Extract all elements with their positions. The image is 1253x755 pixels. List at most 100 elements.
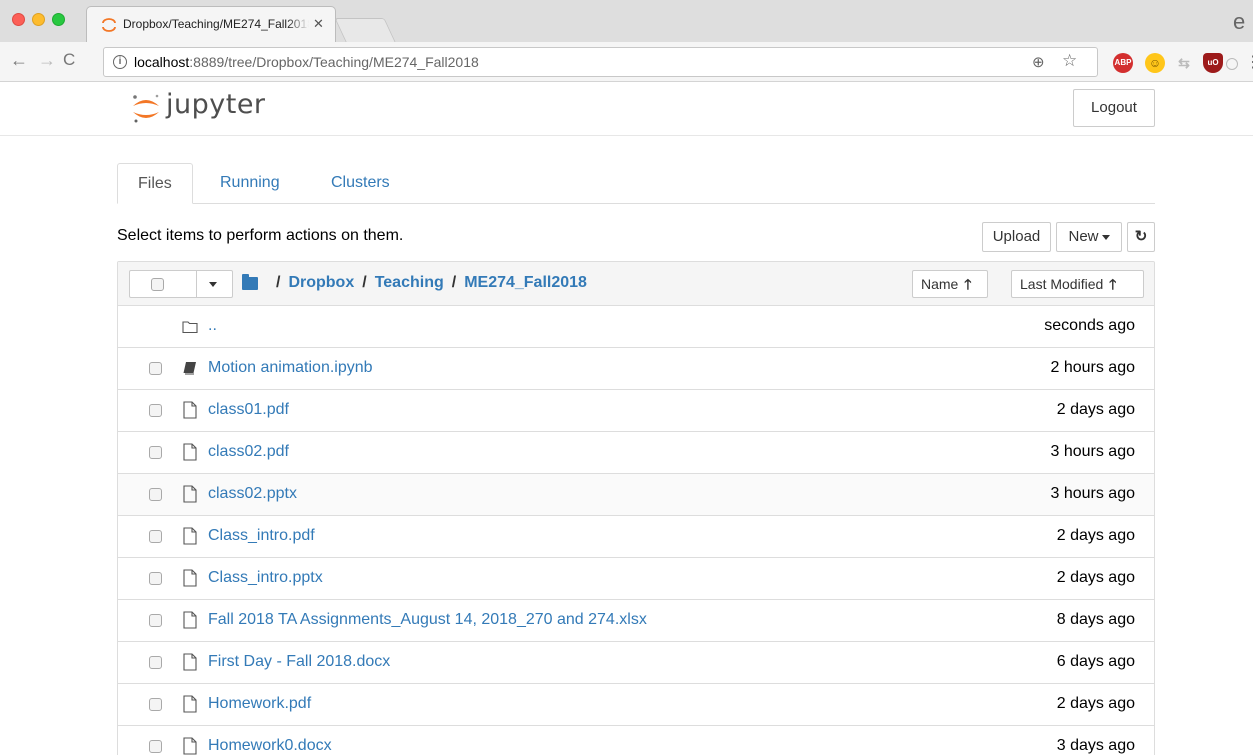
file-modified: 3 days ago	[1056, 737, 1135, 754]
table-row[interactable]: Fall 2018 TA Assignments_August 14, 2018…	[118, 600, 1154, 642]
row-checkbox[interactable]	[149, 656, 162, 669]
row-checkbox[interactable]	[149, 362, 162, 375]
file-name[interactable]: ..	[208, 317, 217, 335]
back-arrow-icon[interactable]: ←	[10, 50, 28, 71]
row-checkbox[interactable]	[149, 488, 162, 501]
table-row[interactable]: Homework.pdf 2 days ago	[118, 684, 1154, 726]
select-all-checkbox[interactable]	[151, 278, 164, 291]
table-row[interactable]: Class_intro.pptx 2 days ago	[118, 558, 1154, 600]
smiley-extension-icon[interactable]: ☺	[1145, 53, 1165, 73]
jupyter-logo-icon[interactable]	[130, 92, 162, 124]
circle-extension-icon[interactable]	[1226, 58, 1238, 70]
file-name[interactable]: Class_intro.pptx	[208, 569, 323, 587]
breadcrumb-separator: /	[362, 274, 367, 291]
browser-toolbar: ← → C i localhost:8889/tree/Dropbox/Teac…	[0, 42, 1253, 82]
table-row[interactable]: Class_intro.pdf 2 days ago	[118, 516, 1154, 558]
file-icon	[183, 527, 197, 545]
file-modified: 2 days ago	[1056, 569, 1135, 586]
row-checkbox[interactable]	[149, 446, 162, 459]
adblock-extension-icon[interactable]: ABP	[1113, 53, 1133, 73]
table-row[interactable]: class02.pptx 3 hours ago	[118, 474, 1154, 516]
file-name[interactable]: Fall 2018 TA Assignments_August 14, 2018…	[208, 611, 647, 629]
folder-icon	[182, 321, 198, 334]
row-checkbox[interactable]	[149, 530, 162, 543]
breadcrumb-item-dropbox[interactable]: Dropbox	[288, 274, 354, 291]
file-modified: 6 days ago	[1056, 653, 1135, 670]
maximize-window-button[interactable]	[52, 13, 65, 26]
upload-button[interactable]: Upload	[982, 222, 1051, 252]
file-modified: 2 days ago	[1056, 401, 1135, 418]
file-icon	[183, 611, 197, 629]
file-name[interactable]: Motion animation.ipynb	[208, 359, 373, 377]
table-row[interactable]: class02.pdf 3 hours ago	[118, 432, 1154, 474]
select-all-group[interactable]	[129, 270, 233, 298]
new-tab-button[interactable]	[334, 18, 396, 42]
url-host: localhost	[134, 54, 190, 70]
zoom-icon[interactable]: ⊕	[1032, 53, 1045, 71]
reload-icon[interactable]: C	[63, 50, 75, 70]
close-icon[interactable]: ✕	[313, 16, 324, 32]
address-bar[interactable]: i localhost:8889/tree/Dropbox/Teaching/M…	[103, 47, 1098, 77]
table-row[interactable]: First Day - Fall 2018.docx 6 days ago	[118, 642, 1154, 684]
file-modified: 8 days ago	[1056, 611, 1135, 628]
file-name[interactable]: Class_intro.pdf	[208, 527, 315, 545]
file-name[interactable]: class02.pdf	[208, 443, 289, 461]
close-window-button[interactable]	[12, 13, 25, 26]
table-row[interactable]: Homework0.docx 3 days ago	[118, 726, 1154, 755]
row-checkbox[interactable]	[149, 614, 162, 627]
refresh-icon: ↻	[1134, 228, 1148, 245]
new-button-label: New	[1068, 228, 1099, 245]
tab-clusters[interactable]: Clusters	[311, 163, 410, 204]
forward-arrow-icon[interactable]: →	[38, 50, 56, 71]
browser-tab[interactable]: Dropbox/Teaching/ME274_Fall2018 ✕	[86, 6, 336, 42]
file-name[interactable]: Homework0.docx	[208, 737, 332, 755]
minimize-window-button[interactable]	[32, 13, 45, 26]
logout-button[interactable]: Logout	[1073, 89, 1155, 127]
table-row[interactable]: class01.pdf 2 days ago	[118, 390, 1154, 432]
file-name[interactable]: class02.pptx	[208, 485, 297, 503]
file-modified: 2 days ago	[1056, 695, 1135, 712]
extension-icon[interactable]: ⇆	[1174, 53, 1194, 73]
ublock-extension-icon[interactable]: uO	[1203, 53, 1223, 73]
row-checkbox[interactable]	[149, 404, 162, 417]
info-icon[interactable]: i	[113, 55, 127, 69]
new-button[interactable]: New	[1056, 222, 1122, 252]
chevron-down-icon[interactable]	[209, 282, 217, 287]
row-checkbox[interactable]	[149, 698, 162, 711]
file-modified: 3 hours ago	[1050, 443, 1135, 460]
browser-tab-title: Dropbox/Teaching/ME274_Fall2018	[123, 17, 309, 31]
file-icon	[183, 443, 197, 461]
row-checkbox[interactable]	[149, 572, 162, 585]
file-list: / Dropbox / Teaching / ME274_Fall2018 Name 🡑 …	[117, 261, 1155, 755]
row-checkbox[interactable]	[149, 740, 162, 753]
divider	[196, 271, 197, 297]
file-list-header: / Dropbox / Teaching / ME274_Fall2018 Name 🡑 …	[118, 262, 1154, 306]
table-row-parent[interactable]: .. seconds ago	[118, 306, 1154, 348]
file-name[interactable]: class01.pdf	[208, 401, 289, 419]
sort-by-name-button[interactable]: Name 🡑	[912, 270, 988, 298]
tab-files[interactable]: Files	[117, 163, 193, 204]
file-name[interactable]: First Day - Fall 2018.docx	[208, 653, 390, 671]
file-name[interactable]: Homework.pdf	[208, 695, 311, 713]
breadcrumb-separator: /	[451, 274, 457, 291]
refresh-button[interactable]: ↻	[1127, 222, 1155, 252]
url-text: localhost:8889/tree/Dropbox/Teaching/ME2…	[134, 54, 479, 70]
profile-icon[interactable]: e	[1233, 9, 1245, 35]
bookmark-star-icon[interactable]: ☆	[1062, 51, 1077, 71]
breadcrumb-item-teaching[interactable]: Teaching	[375, 274, 444, 291]
sort-name-label: Name	[921, 276, 959, 292]
sort-by-modified-button[interactable]: Last Modified 🡑	[1011, 270, 1144, 298]
table-row[interactable]: Motion animation.ipynb 2 hours ago	[118, 348, 1154, 390]
url-path: :8889/tree/Dropbox/Teaching/ME274_Fall20…	[189, 54, 479, 70]
jupyter-header: jupyter Logout	[0, 82, 1253, 136]
browser-menu-icon[interactable]: ⋮	[1245, 52, 1253, 72]
arrow-up-icon: 🡑	[964, 276, 972, 292]
selection-hint: Select items to perform actions on them.	[117, 227, 404, 244]
tab-running[interactable]: Running	[200, 163, 300, 204]
file-modified: seconds ago	[1044, 317, 1135, 334]
folder-icon[interactable]	[242, 274, 258, 290]
chevron-down-icon	[1101, 234, 1110, 240]
breadcrumb-item-current[interactable]: ME274_Fall2018	[464, 274, 587, 291]
file-modified: 2 hours ago	[1050, 359, 1135, 376]
jupyter-brand[interactable]: jupyter	[166, 89, 266, 120]
